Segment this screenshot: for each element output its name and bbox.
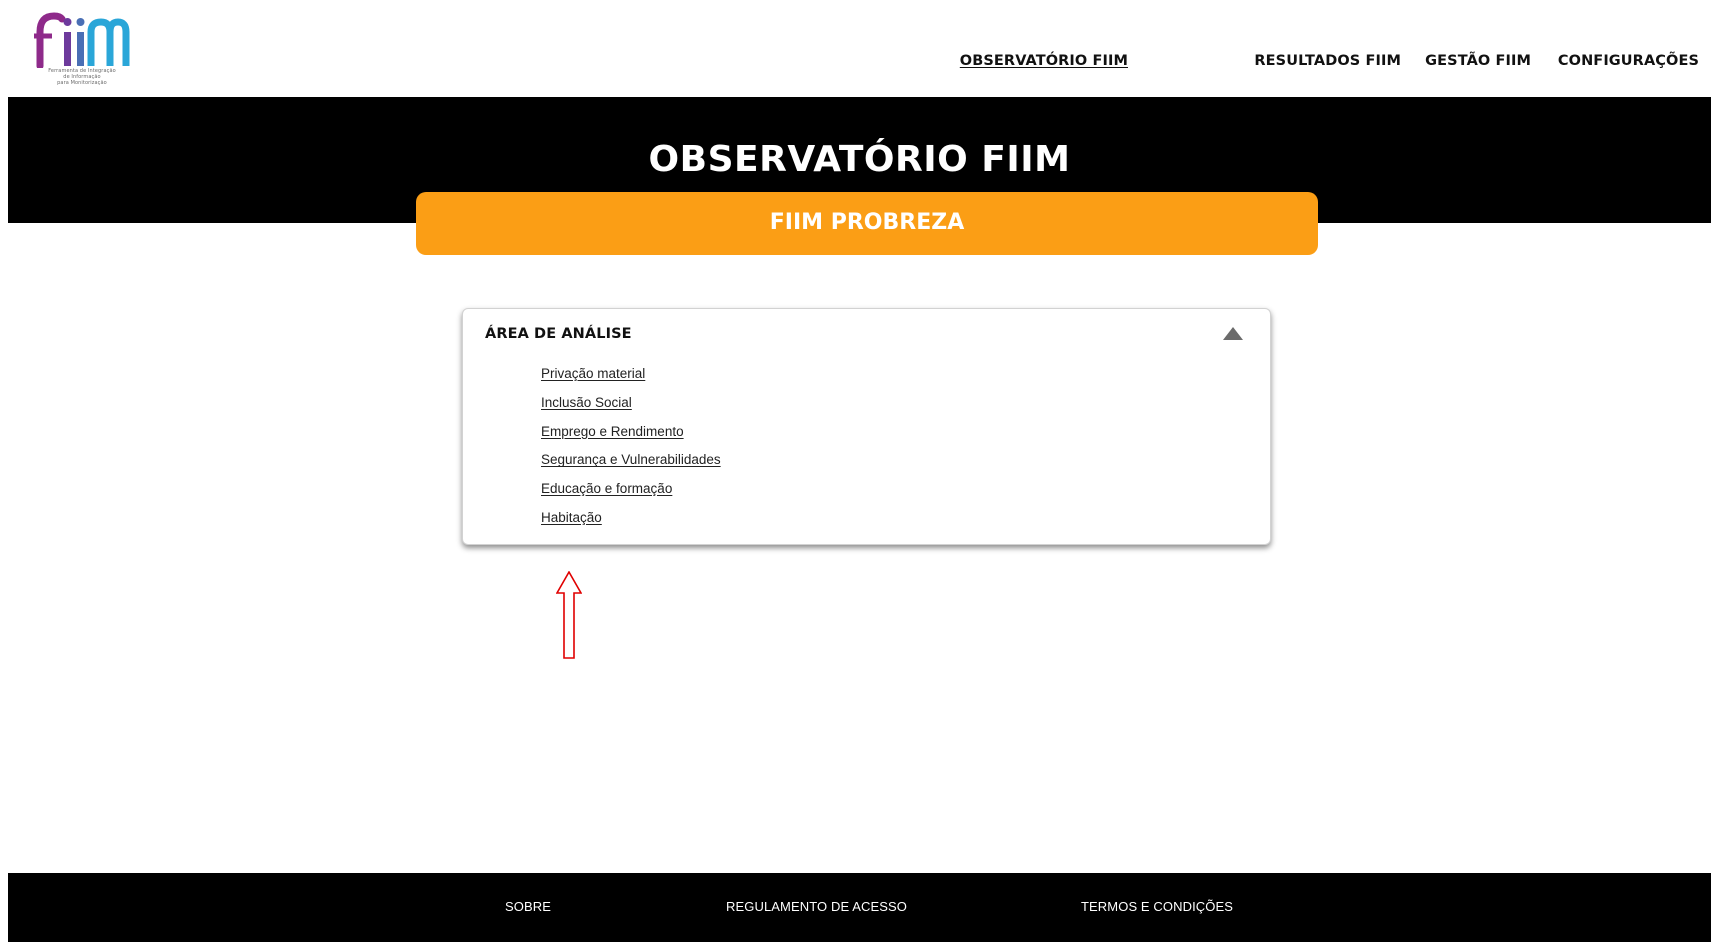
analysis-area-panel: ÁREA DE ANÁLISE Privação material Inclus… [462,308,1271,545]
triangle-up-icon [1223,327,1243,340]
list-item: Habitação [541,507,721,536]
section-subtitle: FIIM PROBREZA [769,210,965,235]
analysis-link-educacao-formacao[interactable]: Educação e formação [541,481,672,496]
analysis-area-title: ÁREA DE ANÁLISE [485,326,632,342]
logo-subtitle: Ferramenta de Integração de Informação p… [34,68,130,86]
nav-gestao-fiim[interactable]: GESTÃO FIIM [1425,53,1531,69]
footer-link-termos[interactable]: TERMOS E CONDIÇÕES [1081,899,1233,914]
list-item: Privação material [541,363,721,392]
analysis-link-emprego-rendimento[interactable]: Emprego e Rendimento [541,424,684,439]
nav-observatorio-fiim[interactable]: OBSERVATÓRIO FIIM [960,53,1128,69]
fiim-logo-mark-icon [34,12,130,68]
red-up-arrow-icon [555,570,583,659]
analysis-link-seguranca-vulnerabilidades[interactable]: Segurança e Vulnerabilidades [541,452,721,467]
collapse-toggle[interactable] [1222,326,1244,342]
analysis-link-inclusao-social[interactable]: Inclusão Social [541,395,632,410]
nav-resultados-fiim[interactable]: RESULTADOS FIIM [1254,53,1401,69]
footer-link-sobre[interactable]: SOBRE [505,899,551,914]
analysis-link-habitacao[interactable]: Habitação [541,510,602,525]
site-footer: SOBRE REGULAMENTO DE ACESSO TERMOS E CON… [8,873,1711,942]
list-item: Emprego e Rendimento [541,421,721,450]
logo-subtitle-line: para Monitorização [57,80,107,86]
page-title: OBSERVATÓRIO FIIM [648,139,1071,180]
site-header: Ferramenta de Integração de Informação p… [0,0,1711,97]
page: Ferramenta de Integração de Informação p… [0,0,1711,942]
analysis-link-privacao-material[interactable]: Privação material [541,366,645,381]
analysis-area-list: Privação material Inclusão Social Empreg… [541,363,721,536]
list-item: Inclusão Social [541,392,721,421]
list-item: Educação e formação [541,478,721,507]
fiim-logo[interactable]: Ferramenta de Integração de Informação p… [34,10,130,90]
section-banner: FIIM PROBREZA [416,192,1318,255]
list-item: Segurança e Vulnerabilidades [541,449,721,478]
footer-link-regulamento[interactable]: REGULAMENTO DE ACESSO [726,899,907,914]
nav-configuracoes[interactable]: CONFIGURAÇÕES [1558,53,1699,69]
